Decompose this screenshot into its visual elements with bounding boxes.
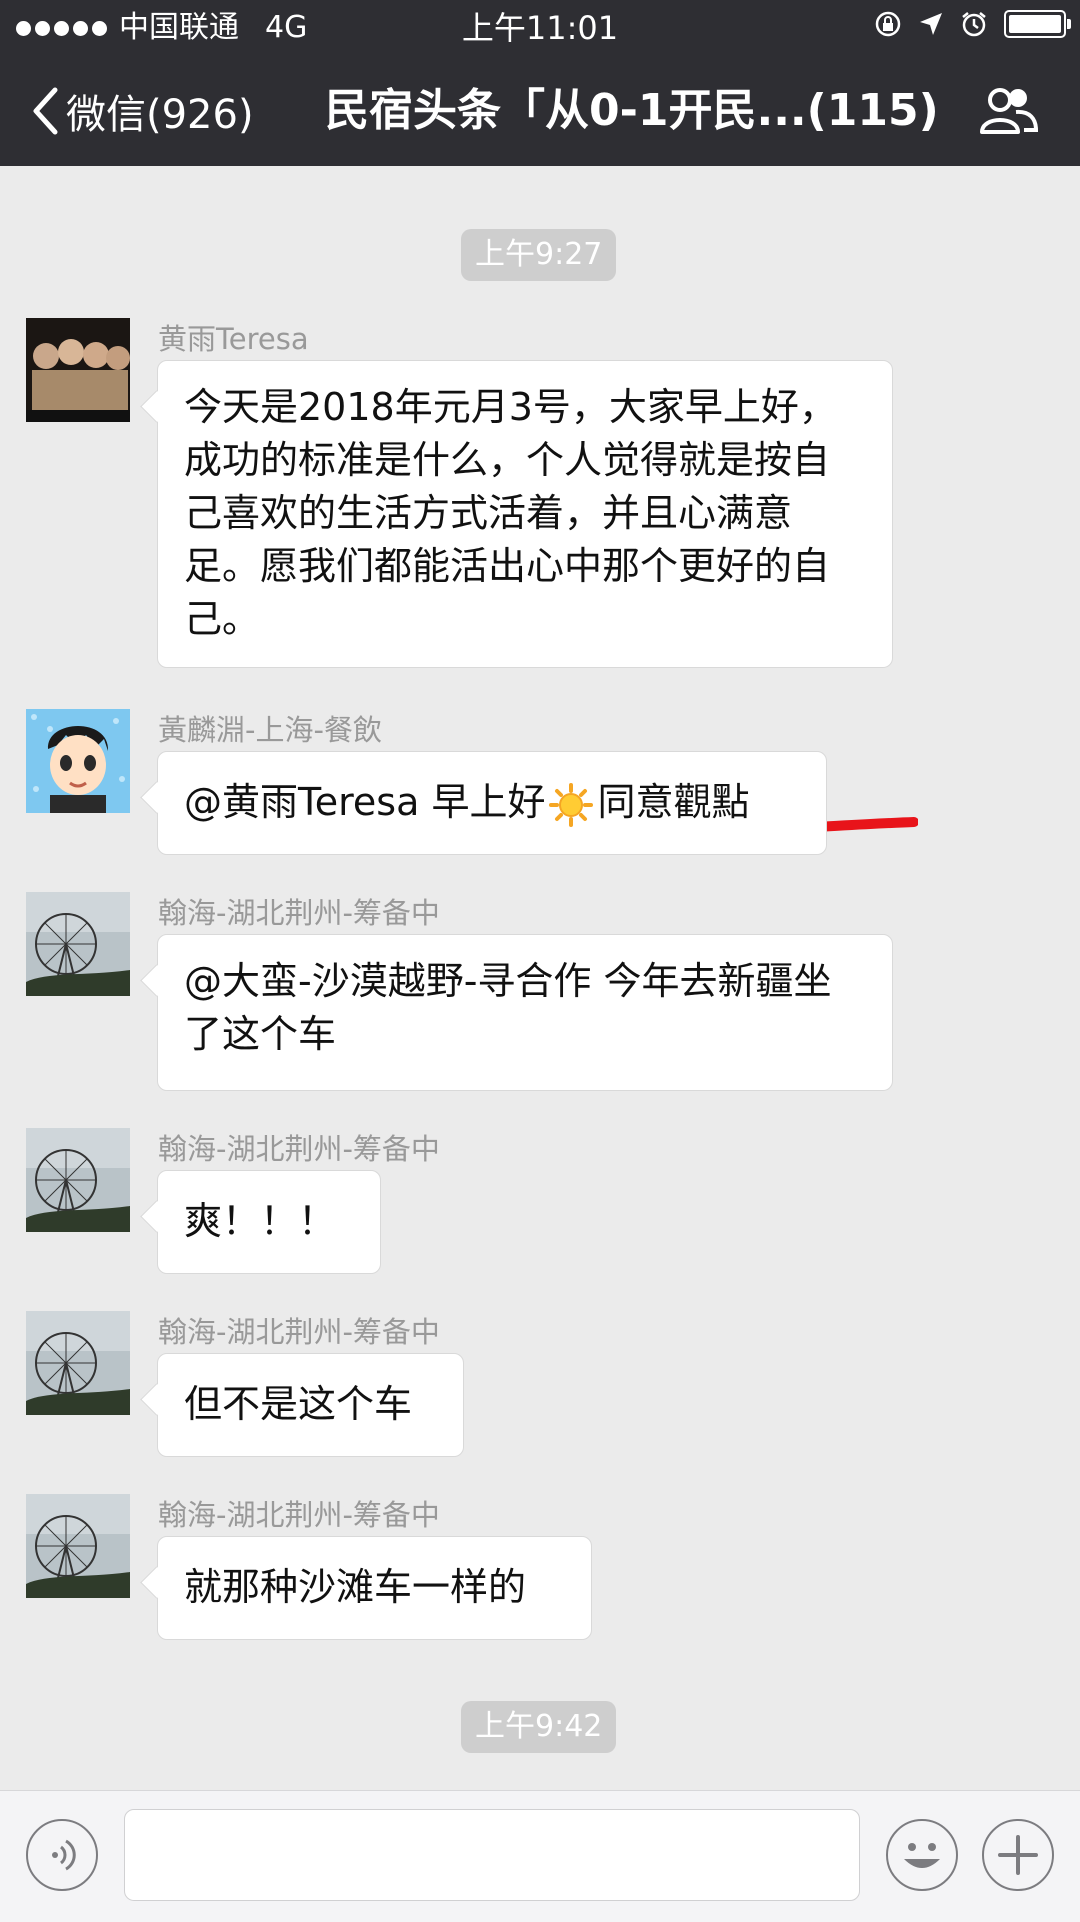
input-bar <box>0 1790 1080 1922</box>
back-button[interactable]: 微信(926) <box>30 78 254 144</box>
location-arrow-icon <box>920 13 942 35</box>
avatar[interactable] <box>26 709 130 813</box>
orientation-lock-icon <box>875 11 901 37</box>
message-text: 爽！！！ <box>184 1199 337 1243</box>
message-bubble[interactable]: 今天是2018年元月3号，大家早上好，成功的标准是什么，个人觉得就是按自己喜欢的… <box>157 360 893 668</box>
message-text: 但不是这个车 <box>184 1382 413 1426</box>
message-bubble[interactable]: 爽！！！ <box>157 1170 381 1274</box>
avatar[interactable] <box>26 1494 130 1598</box>
cartoon-boy-avatar <box>26 709 130 813</box>
message-text: @大蛮-沙漠越野-寻合作 今年去新疆坐了这个车 <box>184 959 832 1056</box>
group-members-icon[interactable] <box>978 86 1040 136</box>
timestamp-label: 上午9:42 <box>461 1701 617 1753</box>
alarm-clock-icon <box>962 12 986 37</box>
smiley-face-icon <box>904 1843 940 1868</box>
sender-name: 翰海-湖北荆州-筹备中 <box>158 1498 440 1532</box>
nav-bar: 微信(926) 民宿头条「从0-1开民...(115) <box>0 56 1080 166</box>
ferris-wheel-photo <box>26 1311 130 1415</box>
emoji-button[interactable] <box>886 1819 958 1891</box>
status-bar: 中国联通 4G 上午11:01 <box>0 0 1080 56</box>
ferris-wheel-photo <box>26 1128 130 1232</box>
message-bubble[interactable]: @大蛮-沙漠越野-寻合作 今年去新疆坐了这个车 <box>157 934 893 1091</box>
sender-name: 黄雨Teresa <box>158 322 309 356</box>
status-right <box>874 10 1071 38</box>
sender-name: 翰海-湖北荆州-筹备中 <box>158 896 440 930</box>
avatar[interactable] <box>26 1311 130 1415</box>
sender-name: 黃麟淵-上海-餐飲 <box>158 713 382 747</box>
voice-input-button[interactable] <box>26 1819 98 1891</box>
avatar[interactable] <box>26 1128 130 1232</box>
ferris-wheel-photo <box>26 892 130 996</box>
back-label: 微信(926) <box>66 92 254 138</box>
sender-name: 翰海-湖北荆州-筹备中 <box>158 1315 440 1349</box>
monks-photo <box>26 318 130 422</box>
sender-name: 翰海-湖北荆州-筹备中 <box>158 1132 440 1166</box>
message-bubble[interactable]: @黄雨Teresa 早上好 同意觀點 <box>157 751 827 855</box>
ferris-wheel-photo <box>26 1494 130 1598</box>
avatar[interactable] <box>26 892 130 996</box>
chat-area[interactable]: 上午9:27 黄雨Teresa 今天是2018年元月3号，大家早上好，成功的标准… <box>0 166 1080 1790</box>
message-text: 同意觀點 <box>597 780 750 824</box>
message-bubble[interactable]: 但不是这个车 <box>157 1353 464 1457</box>
timestamp-label: 上午9:27 <box>461 229 617 281</box>
sun-emoji-icon <box>549 782 594 827</box>
chat-title: 民宿头条「从0-1开民...(115) <box>325 85 939 136</box>
more-options-button[interactable] <box>982 1819 1054 1891</box>
message-input[interactable] <box>124 1809 860 1901</box>
avatar[interactable] <box>26 318 130 422</box>
message-text: 今天是2018年元月3号，大家早上好，成功的标准是什么，个人觉得就是按自己喜欢的… <box>184 385 837 641</box>
message-text: @黄雨Teresa 早上好 <box>184 780 546 824</box>
voice-wave-icon <box>52 1839 76 1871</box>
chevron-left-icon <box>33 87 58 135</box>
message-text: 就那种沙滩车一样的 <box>184 1565 527 1609</box>
plus-icon <box>998 1835 1038 1875</box>
battery-icon <box>1004 10 1071 38</box>
message-bubble[interactable]: 就那种沙滩车一样的 <box>157 1536 592 1640</box>
